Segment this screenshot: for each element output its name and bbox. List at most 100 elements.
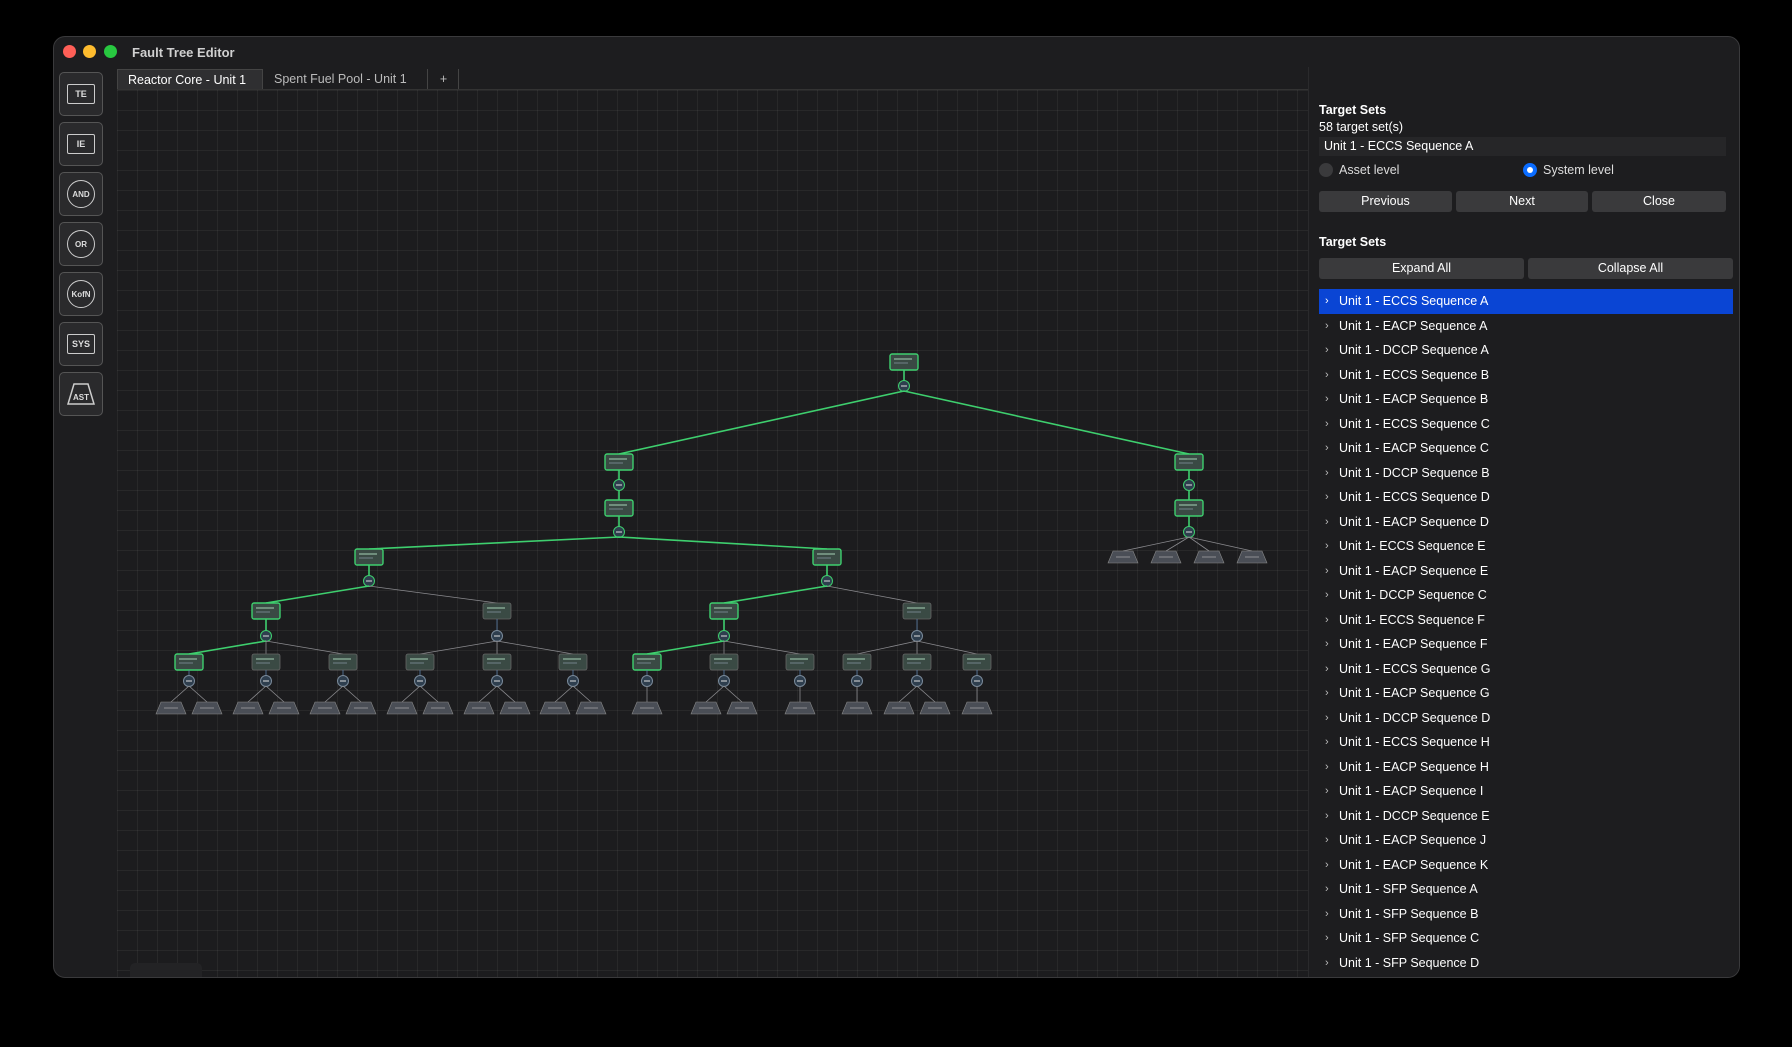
previous-button[interactable]: Previous [1319,191,1452,212]
ie-icon: IE [67,134,95,154]
fault-tree-node[interactable] [709,602,739,620]
target-set-item[interactable]: › Unit 1 - EACP Sequence J [1319,828,1733,853]
fault-tree-node[interactable] [251,602,281,620]
close-button[interactable]: Close [1592,191,1726,212]
target-set-item[interactable]: › Unit 1 - ECCS Sequence A [1319,289,1733,314]
zoom-in-button[interactable]: + [170,973,190,977]
system-level-radio-dot [1523,163,1537,177]
fault-tree-node[interactable] [1174,453,1204,471]
target-set-label: Unit 1 - ECCS Sequence G [1339,661,1491,676]
zoom-out-button[interactable]: - [140,973,160,977]
fault-tree-node[interactable] [405,653,435,671]
tool-ie-button[interactable]: IE [59,122,103,166]
kofn-gate-icon: KofN [67,280,95,308]
target-set-item[interactable]: › Unit 1- ECCS Sequence F [1319,608,1733,633]
zoom-window-button[interactable] [104,45,117,58]
collapse-all-button[interactable]: Collapse All [1528,258,1733,279]
target-set-item[interactable]: › Unit 1 - SFP Sequence B [1319,902,1733,927]
chevron-right-icon: › [1325,687,1329,699]
fault-tree-node[interactable] [785,653,815,671]
system-level-radio[interactable]: System level [1523,163,1614,177]
target-set-item[interactable]: › Unit 1 - EACP Sequence F [1319,632,1733,657]
target-set-item[interactable]: › Unit 1 - EACP Sequence A [1319,314,1733,339]
asset-level-radio[interactable]: Asset level [1319,163,1399,177]
chevron-right-icon: › [1325,393,1329,405]
target-set-item[interactable]: › Unit 1 - EACP Sequence I [1319,779,1733,804]
fault-tree-node[interactable] [482,653,512,671]
selected-target-set-field[interactable]: Unit 1 - ECCS Sequence A [1319,137,1726,156]
fault-tree-node[interactable] [632,653,662,671]
fault-tree-node[interactable] [251,653,281,671]
add-tab-button[interactable]: + [429,69,459,89]
fault-tree-node[interactable] [558,653,588,671]
close-window-button[interactable] [63,45,76,58]
fault-tree-node[interactable] [709,653,739,671]
fault-tree-node[interactable] [604,453,634,471]
fault-tree-canvas[interactable]: - + [117,90,1362,977]
node-toolbar: TE IE AND OR KofN SYS AST [59,72,105,422]
target-set-item[interactable]: › Unit 1 - ECCS Sequence G [1319,657,1733,682]
tool-sys-button[interactable]: SYS [59,322,103,366]
target-set-item[interactable]: › Unit 1 - ECCS Sequence D [1319,485,1733,510]
chevron-right-icon: › [1325,638,1329,650]
target-set-item[interactable]: › Unit 1- DCCP Sequence C [1319,583,1733,608]
target-set-label: Unit 1 - EACP Sequence K [1339,857,1489,872]
target-set-label: Unit 1- ECCS Sequence F [1339,612,1485,627]
expand-all-button[interactable]: Expand All [1319,258,1524,279]
target-set-item[interactable]: › Unit 1 - SFP Sequence C [1319,926,1733,951]
next-button[interactable]: Next [1456,191,1588,212]
chevron-right-icon: › [1325,417,1329,430]
target-set-item[interactable]: › Unit 1 - ECCS Sequence B [1319,363,1733,388]
fault-tree-node[interactable] [889,353,919,371]
tool-ast-button[interactable]: AST [59,372,103,416]
target-set-label: Unit 1 - EACP Sequence H [1339,759,1489,774]
fault-tree-node[interactable] [354,548,384,566]
tool-te-button[interactable]: TE [59,72,103,116]
target-set-item[interactable]: › Unit 1 - EACP Sequence C [1319,436,1733,461]
chevron-right-icon: › [1325,344,1329,356]
fault-tree-node[interactable] [604,499,634,517]
target-set-item[interactable]: › Unit 1 - EACP Sequence B [1319,387,1733,412]
target-set-item[interactable]: › Unit 1 - EACP Sequence K [1319,853,1733,878]
fault-tree-node[interactable] [328,653,358,671]
target-set-item[interactable]: › Unit 1 - ECCS Sequence C [1319,412,1733,437]
tool-and-button[interactable]: AND [59,172,103,216]
or-gate-icon: OR [67,230,95,258]
chevron-right-icon: › [1325,662,1329,675]
fault-tree-node[interactable] [902,602,932,620]
tool-kofn-button[interactable]: KofN [59,272,103,316]
target-set-item[interactable]: › Unit 1 - EACP Sequence H [1319,755,1733,780]
target-set-label: Unit 1 - EACP Sequence J [1339,833,1487,847]
target-set-item[interactable]: › Unit 1 - SFP Sequence D [1319,951,1733,976]
target-set-item[interactable]: ›Unit 1 - SFP Sequence E [1319,975,1733,977]
window-title: Fault Tree Editor [132,45,235,60]
fault-tree-node[interactable] [482,602,512,620]
tab-reactor-core[interactable]: Reactor Core - Unit 1 [117,69,263,89]
target-set-label: Unit 1 - EACP Sequence F [1339,637,1488,651]
target-set-item[interactable]: › Unit 1 - DCCP Sequence E [1319,804,1733,829]
target-set-item[interactable]: › Unit 1 - EACP Sequence D [1319,510,1733,535]
target-set-item[interactable]: › Unit 1 - DCCP Sequence A [1319,338,1733,363]
target-sets-list[interactable]: › Unit 1 - ECCS Sequence A › Unit 1 - EACP … [1319,289,1733,977]
chevron-right-icon: › [1325,540,1329,552]
fault-tree-node[interactable] [1174,499,1204,517]
target-set-item[interactable]: › Unit 1 - ECCS Sequence H [1319,730,1733,755]
target-set-item[interactable]: › Unit 1 - SFP Sequence A [1319,877,1733,902]
target-set-item[interactable]: › Unit 1 - DCCP Sequence D [1319,706,1733,731]
fault-tree-node[interactable] [842,653,872,671]
target-set-item[interactable]: › Unit 1 - EACP Sequence E [1319,559,1733,584]
target-set-label: Unit 1 - EACP Sequence E [1339,563,1489,578]
target-set-item[interactable]: › Unit 1- ECCS Sequence E [1319,534,1733,559]
tab-spent-fuel-pool[interactable]: Spent Fuel Pool - Unit 1 [264,69,428,89]
fault-tree-node[interactable] [962,653,992,671]
minimize-window-button[interactable] [83,45,96,58]
fault-tree-node[interactable] [174,653,204,671]
target-set-item[interactable]: › Unit 1 - DCCP Sequence B [1319,461,1733,486]
target-set-label: Unit 1 - SFP Sequence B [1339,906,1479,921]
and-gate-icon: AND [67,180,95,208]
tool-or-button[interactable]: OR [59,222,103,266]
target-set-item[interactable]: › Unit 1 - EACP Sequence G [1319,681,1733,706]
zoom-controls: - + [130,963,202,977]
fault-tree-node[interactable] [902,653,932,671]
fault-tree-node[interactable] [812,548,842,566]
